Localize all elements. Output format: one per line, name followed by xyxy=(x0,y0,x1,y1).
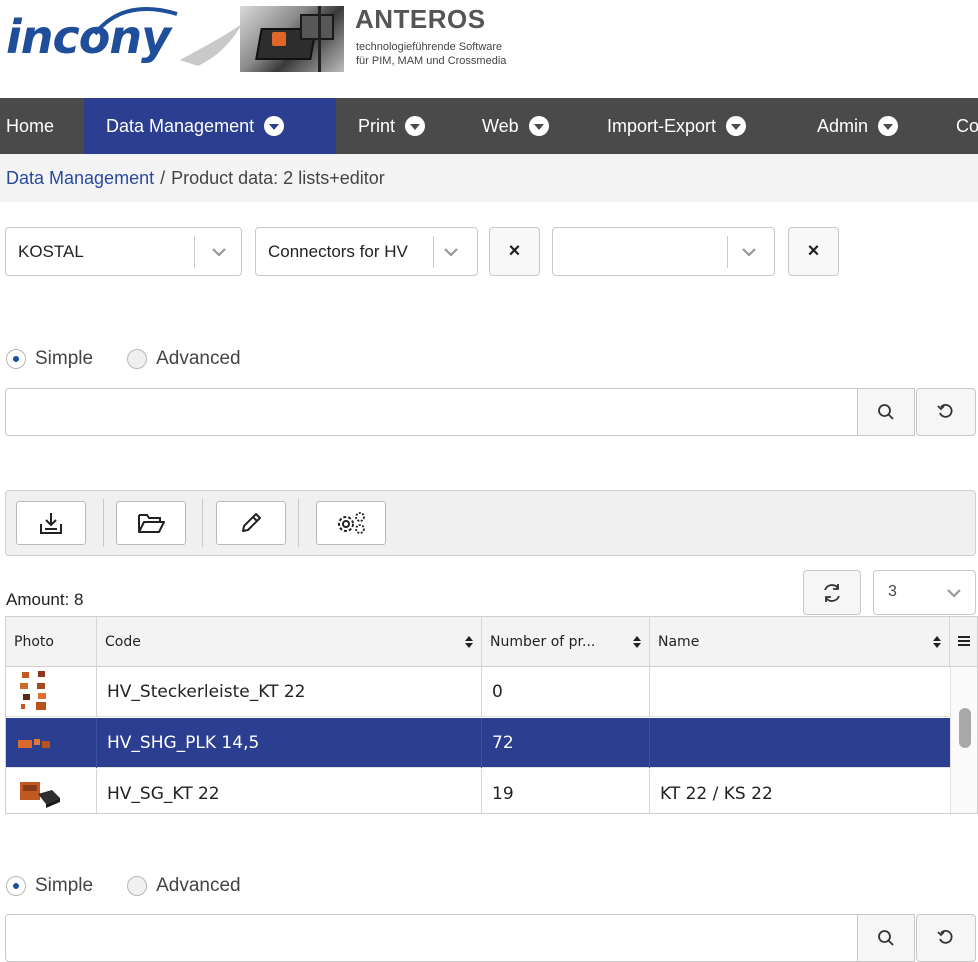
chevron-down-icon xyxy=(444,248,458,257)
sort-icon xyxy=(633,636,641,648)
cell-name: KT 22 / KS 22 xyxy=(660,784,773,804)
column-header-code[interactable]: Code xyxy=(97,617,482,667)
table-row-selected[interactable]: HV_SHG_PLK 14,5 72 xyxy=(6,718,950,768)
search-mode-group-2: Simple Advanced xyxy=(6,874,241,898)
clear-group-button[interactable]: × xyxy=(489,227,540,276)
breadcrumb-current: Product data: 2 lists+editor xyxy=(171,167,385,188)
product-group-select[interactable]: Connectors for HV xyxy=(255,227,478,276)
nav-web[interactable]: Web xyxy=(462,98,572,154)
product-thumbnail xyxy=(6,667,97,717)
logo[interactable]: incony xyxy=(6,10,171,64)
radio-advanced[interactable] xyxy=(127,349,148,369)
product-title: ANTEROS xyxy=(355,4,486,34)
chevron-down-icon xyxy=(212,248,226,257)
radio-simple-label-2[interactable]: Simple xyxy=(35,875,93,897)
cell-code: HV_SG_KT 22 xyxy=(97,769,482,813)
product-table: Photo Code Number of pr... Name HV_Steck… xyxy=(5,616,978,814)
banner-image xyxy=(240,6,344,72)
column-header-photo[interactable]: Photo xyxy=(6,617,97,667)
refresh-icon xyxy=(824,583,840,602)
nav-import-export[interactable]: Import-Export xyxy=(586,98,786,154)
search-mode-group: Simple Advanced xyxy=(6,347,241,371)
sort-icon xyxy=(933,636,941,648)
cell-number-of-products: 19 xyxy=(482,769,650,813)
search-button[interactable] xyxy=(857,388,915,436)
breadcrumb-link-data-management[interactable]: Data Management xyxy=(6,168,154,189)
table-row[interactable]: HV_SG_KT 22 19 KT 22 / KS 22 xyxy=(6,769,950,813)
search-icon xyxy=(878,404,894,420)
open-button[interactable] xyxy=(116,501,186,545)
column-menu-icon[interactable] xyxy=(957,634,971,648)
sort-icon xyxy=(465,636,473,648)
search-input[interactable] xyxy=(5,388,858,436)
radio-simple-label[interactable]: Simple xyxy=(35,348,93,370)
breadcrumb: Data Management / Product data: 2 lists+… xyxy=(0,154,978,202)
scrollbar-thumb[interactable] xyxy=(959,708,971,748)
edit-button[interactable] xyxy=(216,501,286,545)
manufacturer-select[interactable]: KOSTAL xyxy=(5,227,242,276)
column-header-name[interactable]: Name xyxy=(650,617,950,667)
subgroup-select[interactable] xyxy=(552,227,775,276)
reset-search-button[interactable] xyxy=(916,388,976,436)
page-size-select[interactable]: 3 xyxy=(873,570,976,615)
radio-advanced-label-2[interactable]: Advanced xyxy=(156,875,241,897)
search-input-2[interactable] xyxy=(5,914,858,962)
bird-graphic-icon xyxy=(180,24,242,66)
nav-print[interactable]: Print xyxy=(336,98,456,154)
radio-advanced-2[interactable] xyxy=(127,876,148,896)
radio-advanced-label[interactable]: Advanced xyxy=(156,348,241,370)
chevron-down-icon xyxy=(726,116,747,136)
cell-number-of-products: 72 xyxy=(482,718,650,768)
nav-home[interactable]: Home xyxy=(0,98,84,154)
product-subtitle: technologieführende Software für PIM, MA… xyxy=(356,41,507,67)
clear-subgroup-button[interactable]: × xyxy=(788,227,839,276)
nav-more[interactable]: Co xyxy=(933,98,978,154)
cell-code: HV_Steckerleiste_KT 22 xyxy=(97,667,482,717)
download-button[interactable] xyxy=(16,501,86,545)
settings-gears-icon xyxy=(338,512,365,534)
refresh-button[interactable] xyxy=(803,570,861,615)
edit-pencil-icon xyxy=(242,513,261,532)
column-header-number-of-products[interactable]: Number of pr... xyxy=(482,617,650,667)
result-count: Amount: 8 xyxy=(6,590,84,609)
cell-number-of-products: 0 xyxy=(482,667,650,717)
breadcrumb-separator: / xyxy=(160,167,166,188)
product-thumbnail xyxy=(6,769,97,813)
folder-open-icon xyxy=(138,514,165,533)
product-thumbnail xyxy=(6,718,97,768)
chevron-down-icon xyxy=(405,116,426,136)
nav-data-management[interactable]: Data Management xyxy=(84,98,336,154)
list-toolbar xyxy=(5,490,976,556)
table-scrollbar[interactable] xyxy=(950,667,977,813)
cell-name xyxy=(650,718,950,768)
cell-name xyxy=(650,667,950,717)
table-header: Photo Code Number of pr... Name xyxy=(6,617,977,667)
chevron-down-icon xyxy=(264,116,285,136)
search-button-2[interactable] xyxy=(857,914,915,962)
cell-code: HV_SHG_PLK 14,5 xyxy=(97,718,482,768)
nav-admin[interactable]: Admin xyxy=(797,98,922,154)
radio-simple-2[interactable] xyxy=(6,876,26,896)
radio-simple[interactable] xyxy=(6,349,26,369)
undo-icon xyxy=(937,929,953,944)
chevron-down-icon xyxy=(528,116,549,136)
chevron-down-icon xyxy=(947,589,961,598)
search-icon xyxy=(878,930,894,946)
reset-search-button-2[interactable] xyxy=(916,914,976,962)
chevron-down-icon xyxy=(878,116,899,136)
undo-icon xyxy=(937,403,953,418)
settings-button[interactable] xyxy=(316,501,386,545)
download-icon xyxy=(40,513,62,534)
table-row[interactable]: HV_Steckerleiste_KT 22 0 xyxy=(6,667,950,717)
main-nav: Home Data Management Print Web Import-Ex… xyxy=(0,98,978,154)
chevron-down-icon xyxy=(742,248,756,257)
app-header: incony ANTEROS technologieführende Softw… xyxy=(0,0,978,98)
